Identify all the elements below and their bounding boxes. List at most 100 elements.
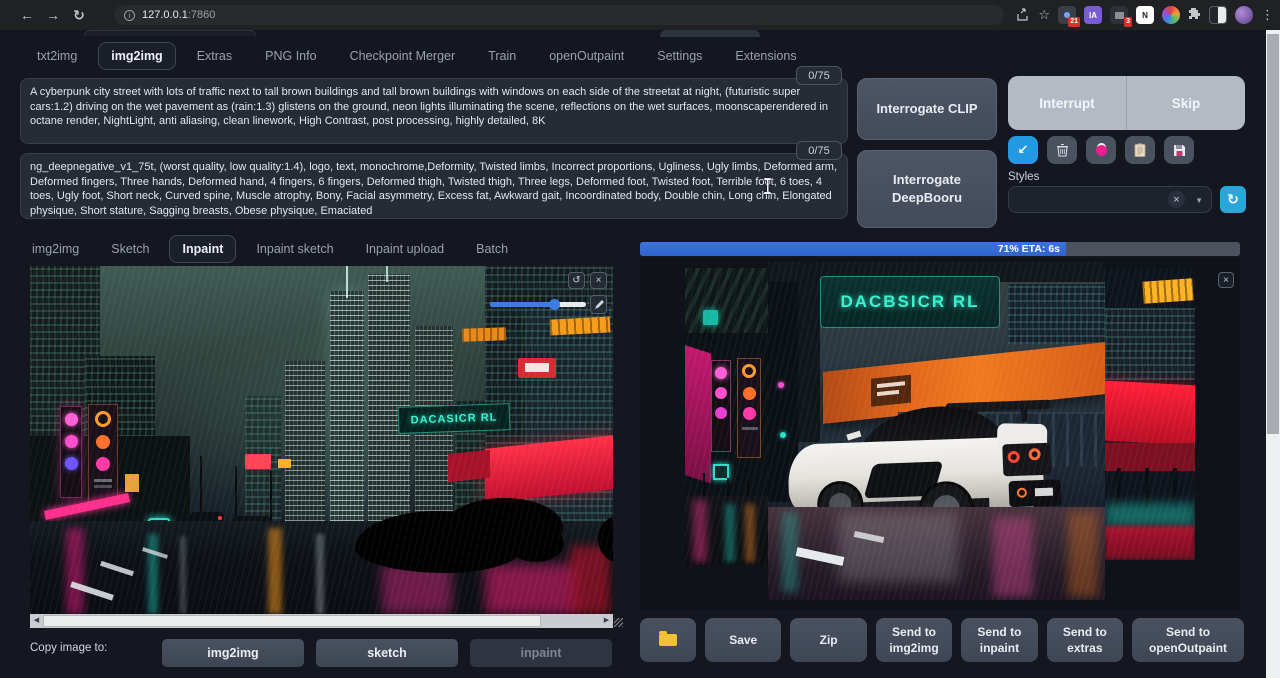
negative-prompt-input[interactable]: ng_deepnegative_v1_75t, (worst quality, … <box>20 153 848 219</box>
scrolled-element-peek2 <box>84 30 256 36</box>
browser-back-button[interactable]: ← <box>14 7 40 23</box>
send-to-img2img-button[interactable]: Send to img2img <box>876 618 952 662</box>
main-tab-bar: txt2img img2img Extras PNG Info Checkpoi… <box>0 42 809 70</box>
tab-extensions[interactable]: Extensions <box>723 43 808 69</box>
apply-styles-button[interactable] <box>1125 136 1155 164</box>
copy-image-to-label: Copy image to: <box>30 642 107 654</box>
extensions-puzzle-icon[interactable] <box>1188 7 1201 23</box>
tab-openoutpaint[interactable]: openOutpaint <box>537 43 636 69</box>
canvas-horizontal-scrollbar[interactable]: ◀ ▶ <box>30 614 613 628</box>
interrupt-button[interactable]: Interrupt <box>1008 76 1127 130</box>
clear-prompt-button[interactable] <box>1047 136 1077 164</box>
colorpick-extension-icon[interactable] <box>1162 6 1180 24</box>
tab-txt2img[interactable]: txt2img <box>25 43 89 69</box>
progress-fill: 71% ETA: 6s <box>640 242 1066 256</box>
tab-train[interactable]: Train <box>476 43 528 69</box>
brush-icon <box>594 300 604 310</box>
scroll-left-arrow[interactable]: ◀ <box>30 614 43 628</box>
subtab-inpaint-sketch[interactable]: Inpaint sketch <box>244 236 345 262</box>
browser-menu-icon[interactable]: ⋮ <box>1261 7 1274 23</box>
extra-networks-icon <box>1096 145 1107 156</box>
img2img-mode-tab-bar: img2img Sketch Inpaint Inpaint sketch In… <box>20 235 520 263</box>
gallery-main-image[interactable]: DACBSICR RL <box>768 262 1105 600</box>
extension-badge2-icon[interactable]: 3 <box>1110 6 1128 24</box>
interrogate-clip-button[interactable]: Interrogate CLIP <box>857 78 997 140</box>
bookmark-star-icon[interactable]: ☆ <box>1038 7 1050 23</box>
brush-size-slider[interactable] <box>490 302 586 307</box>
styles-clear-icon[interactable]: × <box>1168 191 1185 208</box>
browser-scrollbar[interactable] <box>1266 30 1280 678</box>
save-style-button[interactable] <box>1164 136 1194 164</box>
styles-dropdown[interactable]: × ▼ <box>1008 186 1212 213</box>
copy-to-img2img-button[interactable]: img2img <box>162 639 304 667</box>
canvas-resize-grip[interactable] <box>614 618 623 627</box>
ia-extension-icon[interactable]: IA <box>1084 6 1102 24</box>
tab-settings[interactable]: Settings <box>645 43 714 69</box>
tab-img2img[interactable]: img2img <box>98 42 175 70</box>
folder-icon <box>659 634 677 646</box>
scroll-right-arrow[interactable]: ▶ <box>600 614 613 628</box>
progress-label: 71% ETA: 6s <box>998 243 1060 255</box>
gallery-prev-image[interactable] <box>685 268 768 565</box>
brush-size-slider-knob[interactable] <box>549 299 560 310</box>
tab-extras[interactable]: Extras <box>185 43 244 69</box>
canvas-rain-overlay <box>30 266 613 614</box>
address-bar[interactable]: i 127.0.0.1:7860 <box>114 5 1004 25</box>
open-output-folder-button[interactable] <box>640 618 696 662</box>
gallery-next-image[interactable] <box>1105 268 1195 560</box>
skip-button[interactable]: Skip <box>1127 76 1245 130</box>
browser-scrollbar-thumb[interactable] <box>1267 34 1279 434</box>
trash-icon <box>1056 143 1069 157</box>
browser-forward-button[interactable]: → <box>40 7 66 23</box>
subtab-inpaint-upload[interactable]: Inpaint upload <box>354 236 457 262</box>
copy-to-inpaint-button[interactable]: inpaint <box>470 639 612 667</box>
prompt-input[interactable]: A cyberpunk city street with lots of tra… <box>20 78 848 144</box>
extension-badge-icon[interactable]: 21 <box>1058 6 1076 24</box>
send-to-inpaint-button[interactable]: Send to inpaint <box>961 618 1037 662</box>
url-text: 127.0.0.1:7860 <box>142 9 215 21</box>
extension-badge2-count: 3 <box>1124 17 1132 27</box>
text-cursor <box>763 178 772 194</box>
subtab-img2img[interactable]: img2img <box>20 236 91 262</box>
browser-reload-button[interactable]: ↻ <box>66 7 92 24</box>
site-info-icon[interactable]: i <box>124 10 135 21</box>
brush-tool-button[interactable] <box>590 295 607 314</box>
extension-badge-count: 21 <box>1068 17 1080 27</box>
paste-generation-params-button[interactable]: ↙ <box>1008 136 1038 164</box>
interrogate-deepbooru-button[interactable]: Interrogate DeepBooru <box>857 150 997 228</box>
tab-checkpoint-merger[interactable]: Checkpoint Merger <box>338 43 468 69</box>
inpaint-canvas[interactable]: DACASICR RL <box>30 266 613 614</box>
subtab-sketch[interactable]: Sketch <box>99 236 161 262</box>
browser-toolbar: ← → ↻ i 127.0.0.1:7860 ☆ 21 IA 3 N <box>0 0 1280 30</box>
canvas-scrollbar-thumb[interactable] <box>43 615 541 627</box>
gallery-close-button[interactable]: × <box>1218 272 1234 288</box>
zip-button[interactable]: Zip <box>790 618 866 662</box>
subtab-batch[interactable]: Batch <box>464 236 520 262</box>
share-icon[interactable] <box>1016 8 1030 22</box>
save-button[interactable]: Save <box>705 618 781 662</box>
output-actions-row: Save Zip Send to img2img Send to inpaint… <box>640 618 1244 662</box>
generation-control-group: Interrupt Skip <box>1008 76 1245 130</box>
generation-progress-bar: 71% ETA: 6s <box>640 242 1240 256</box>
chevron-down-icon[interactable]: ▼ <box>1195 196 1203 205</box>
subtab-inpaint[interactable]: Inpaint <box>169 235 236 263</box>
extra-networks-button[interactable] <box>1086 136 1116 164</box>
prompt-token-counter: 0/75 <box>796 66 842 85</box>
negative-prompt-token-counter: 0/75 <box>796 141 842 160</box>
clipboard-icon <box>1134 143 1146 157</box>
tab-png-info[interactable]: PNG Info <box>253 43 328 69</box>
webui-page: txt2img img2img Extras PNG Info Checkpoi… <box>0 30 1266 678</box>
floppy-save-icon <box>1173 144 1186 157</box>
send-to-openoutpaint-button[interactable]: Send to openOutpaint <box>1132 618 1244 662</box>
copy-to-sketch-button[interactable]: sketch <box>316 639 458 667</box>
canvas-clear-image-button[interactable]: × <box>590 272 607 289</box>
canvas-undo-button[interactable]: ↺ <box>568 272 585 289</box>
paste-arrow-icon: ↙ <box>1018 142 1029 158</box>
notion-extension-icon[interactable]: N <box>1136 6 1154 24</box>
app-window: ← → ↻ i 127.0.0.1:7860 ☆ 21 IA 3 N <box>0 0 1280 678</box>
darkreader-extension-icon[interactable] <box>1209 6 1227 24</box>
refresh-styles-button[interactable]: ↻ <box>1220 186 1246 213</box>
send-to-extras-button[interactable]: Send to extras <box>1047 618 1123 662</box>
profile-avatar[interactable] <box>1235 6 1253 24</box>
scrolled-element-peek <box>660 30 760 37</box>
